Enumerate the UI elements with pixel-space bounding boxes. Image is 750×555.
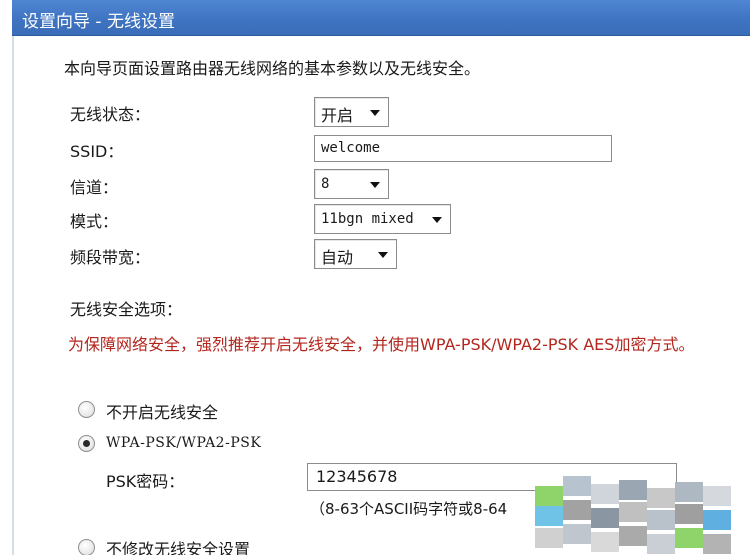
chevron-down-icon xyxy=(370,182,380,188)
bandwidth-value: 自动 xyxy=(321,248,354,267)
wireless-status-value: 开启 xyxy=(321,106,354,125)
option-keep-security-label: 不修改无线安全设置 xyxy=(106,540,251,555)
option-wpa-psk-label: WPA-PSK/WPA2-PSK xyxy=(106,435,262,451)
psk-label: PSK密码： xyxy=(106,472,185,491)
option-no-security-label: 不开启无线安全 xyxy=(106,403,219,422)
wireless-status-label: 无线状态： xyxy=(70,105,151,124)
bandwidth-select[interactable]: 自动 xyxy=(314,239,397,269)
ssid-label: SSID： xyxy=(70,142,124,161)
mode-select[interactable]: 11bgn mixed xyxy=(314,204,451,234)
security-warning: 为保障网络安全，强烈推荐开启无线安全，并使用WPA-PSK/WPA2-PSK A… xyxy=(68,335,695,354)
radio-wpa-psk[interactable] xyxy=(78,435,95,452)
watermark xyxy=(535,476,750,555)
radio-no-security[interactable] xyxy=(78,401,95,418)
wireless-status-select[interactable]: 开启 xyxy=(314,97,389,127)
chevron-down-icon xyxy=(432,217,442,223)
bandwidth-label: 频段带宽： xyxy=(70,248,151,267)
channel-select[interactable]: 8 xyxy=(314,169,389,199)
radio-keep-security[interactable] xyxy=(78,539,95,555)
psk-hint: （8-63个ASCII码字符或8-64 xyxy=(310,500,508,518)
channel-value: 8 xyxy=(321,176,330,192)
ssid-input[interactable]: welcome xyxy=(314,135,612,162)
title-bar: 设置向导 - 无线设置 xyxy=(12,0,750,36)
chevron-down-icon xyxy=(378,252,388,258)
chevron-down-icon xyxy=(370,110,380,116)
security-heading: 无线安全选项： xyxy=(70,300,183,319)
intro-text: 本向导页面设置路由器无线网络的基本参数以及无线安全。 xyxy=(64,59,481,78)
frame-border xyxy=(12,36,14,555)
mode-label: 模式： xyxy=(70,212,119,231)
channel-label: 信道： xyxy=(70,178,119,197)
page-title: 设置向导 - 无线设置 xyxy=(22,12,175,32)
mode-value: 11bgn mixed xyxy=(321,211,414,227)
